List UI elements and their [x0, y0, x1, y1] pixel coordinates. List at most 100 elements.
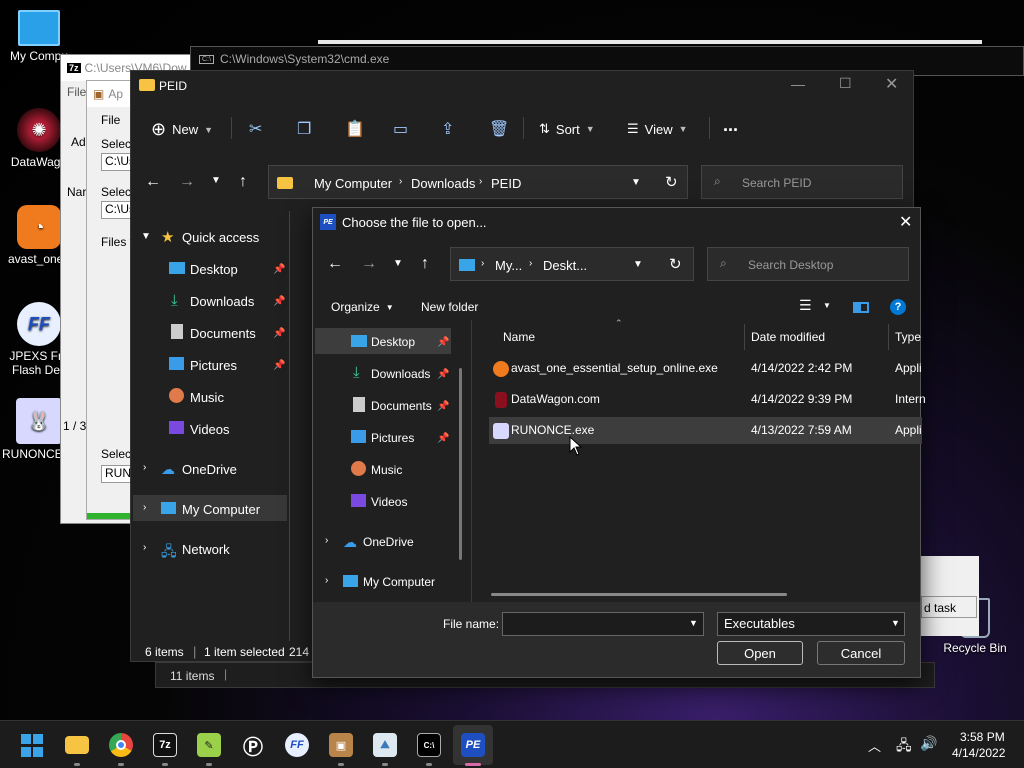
minimize-button[interactable]: — [791, 76, 805, 92]
nav-music[interactable]: Music [190, 390, 224, 405]
7zip-icon[interactable]: 7z [153, 733, 177, 757]
dialog-nav-pictures[interactable]: Pictures [371, 431, 414, 445]
address-bar[interactable]: My Computer › Downloads › PEID ▼ ↻ [268, 165, 688, 199]
back-arrow-icon[interactable]: ← [327, 255, 343, 273]
nav-documents[interactable]: Documents [190, 326, 256, 341]
table-row[interactable]: avast_one_essential_setup_online.exe 4/1… [489, 355, 922, 382]
task-button[interactable]: d task [921, 596, 977, 618]
nav-quick-access[interactable]: Quick access [182, 230, 259, 245]
dialog-address-bar[interactable]: › My... › Deskt... ▼ ↻ [450, 247, 694, 281]
chevron-down-icon[interactable]: ▼ [689, 618, 698, 628]
nav-videos[interactable]: Videos [190, 422, 230, 437]
more-options-button[interactable]: ... [723, 115, 738, 136]
rename-icon[interactable]: ▭ [393, 119, 408, 139]
preview-pane-icon[interactable] [853, 302, 869, 313]
nav-downloads[interactable]: Downloads [190, 294, 254, 309]
file-type-select[interactable]: Executables [717, 612, 905, 636]
horizontal-scrollbar[interactable] [491, 593, 787, 596]
copy-icon[interactable]: ❐ [297, 119, 311, 139]
file-explorer-icon[interactable] [65, 736, 89, 754]
ffdec-icon[interactable]: FF [285, 733, 309, 757]
file-name-input[interactable] [502, 612, 704, 636]
expand-chevron-icon[interactable]: › [325, 535, 328, 546]
network-tray-icon[interactable]: 🖧 [896, 735, 912, 759]
forward-arrow-icon[interactable]: → [179, 173, 195, 191]
organize-button[interactable]: Organize ▼ [331, 300, 394, 314]
peid-icon[interactable]: PE [461, 733, 485, 757]
back-arrow-icon[interactable]: ← [145, 173, 161, 191]
breadcrumb-peid[interactable]: PEID [491, 176, 521, 191]
new-folder-button[interactable]: New folder [421, 300, 478, 314]
app-file-menu[interactable]: File [101, 113, 120, 127]
dialog-nav-documents[interactable]: Documents [371, 399, 432, 413]
table-row[interactable]: DataWagon.com 4/14/2022 9:39 PM Intern [489, 386, 926, 413]
clock-date[interactable]: 4/14/2022 [952, 746, 1005, 760]
help-icon[interactable]: ? [890, 299, 906, 315]
nav-pictures[interactable]: Pictures [190, 358, 237, 373]
expand-chevron-icon[interactable]: › [143, 462, 146, 473]
up-arrow-icon[interactable]: ↑ [421, 255, 429, 273]
cut-icon[interactable]: ✂ [249, 119, 262, 139]
chevron-up-icon[interactable]: ︿ [868, 736, 881, 755]
open-file-dialog[interactable]: PE Choose the file to open... ✕ ← → ▼ ↑ … [312, 207, 926, 678]
breadcrumb-downloads[interactable]: Downloads [411, 176, 475, 191]
close-button[interactable]: ✕ [885, 74, 898, 94]
nav-desktop[interactable]: Desktop [190, 262, 238, 277]
sevenzip-file-menu[interactable]: File [67, 85, 86, 99]
dialog-nav-downloads[interactable]: Downloads [371, 367, 430, 381]
delete-icon[interactable]: 🗑 [489, 119, 509, 139]
forward-arrow-icon[interactable]: → [361, 255, 377, 273]
pdf-tool-icon[interactable]: Ⓟ [241, 733, 265, 759]
up-arrow-icon[interactable]: ↑ [239, 173, 247, 191]
open-button[interactable]: Open [717, 641, 803, 665]
address-dropdown-icon[interactable]: ▼ [631, 177, 641, 188]
dialog-nav-my-computer[interactable]: My Computer [363, 575, 435, 589]
table-row-selected[interactable]: RUNONCE.exe 4/13/2022 7:59 AM Appli [489, 417, 922, 444]
nav-network[interactable]: Network [182, 542, 230, 557]
package-icon[interactable]: ▣ [329, 733, 353, 757]
dialog-nav-music[interactable]: Music [371, 463, 402, 477]
resource-monitor-icon[interactable]: ⛰ [373, 733, 397, 757]
dialog-breadcrumb-desktop[interactable]: Deskt... [543, 258, 587, 273]
task-panel[interactable]: d task [921, 556, 979, 636]
share-icon[interactable]: ⇪ [441, 119, 454, 139]
expand-chevron-icon[interactable]: › [143, 542, 146, 553]
expand-chevron-icon[interactable]: ▼ [141, 231, 151, 242]
dialog-nav-desktop[interactable]: Desktop [371, 335, 415, 349]
chevron-down-icon[interactable]: ▼ [823, 301, 831, 310]
maximize-button[interactable]: ☐ [839, 75, 852, 92]
column-header-name[interactable]: Name [503, 330, 535, 344]
sort-button[interactable]: ⇅ Sort ▼ [539, 121, 595, 137]
clock-time[interactable]: 3:58 PM [960, 730, 1005, 744]
dialog-nav-videos[interactable]: Videos [371, 495, 407, 509]
start-icon[interactable] [20, 733, 44, 757]
nav-my-computer[interactable]: My Computer [182, 502, 260, 517]
address-dropdown-icon[interactable]: ▼ [633, 259, 643, 270]
search-input[interactable]: ⌕ Search PEID [701, 165, 903, 199]
breadcrumb-my-computer[interactable]: My Computer [314, 176, 392, 191]
refresh-icon[interactable]: ↻ [665, 173, 678, 191]
chevron-down-icon[interactable]: ▼ [891, 618, 900, 628]
recent-chevron-icon[interactable]: ▼ [393, 258, 403, 269]
view-button[interactable]: ☰ View ▼ [627, 121, 688, 137]
dialog-close-button[interactable]: ✕ [899, 212, 912, 232]
new-button[interactable]: ⊕ New ▼ [151, 119, 213, 140]
expand-chevron-icon[interactable]: › [325, 575, 328, 586]
dialog-nav-onedrive[interactable]: OneDrive [363, 535, 414, 549]
nav-onedrive[interactable]: OneDrive [182, 462, 237, 477]
notepad-plus-icon[interactable]: ✎ [197, 733, 221, 757]
cancel-button[interactable]: Cancel [817, 641, 905, 665]
nav-scrollbar[interactable] [459, 368, 462, 560]
column-header-date[interactable]: Date modified [751, 330, 825, 344]
chrome-icon[interactable] [109, 733, 133, 757]
dialog-search-input[interactable]: ⌕ Search Desktop [707, 247, 909, 281]
paste-icon[interactable]: 📋 [345, 119, 365, 139]
cmd-icon[interactable]: C:\ [417, 733, 441, 757]
expand-chevron-icon[interactable]: › [143, 502, 146, 513]
dialog-breadcrumb-my-computer[interactable]: My... [495, 258, 522, 273]
column-header-type[interactable]: Type [895, 330, 921, 344]
refresh-icon[interactable]: ↻ [669, 255, 682, 273]
view-options-icon[interactable]: ☰ [799, 297, 812, 314]
volume-icon[interactable]: 🔊 [920, 735, 937, 752]
recent-chevron-icon[interactable]: ▼ [211, 175, 221, 186]
